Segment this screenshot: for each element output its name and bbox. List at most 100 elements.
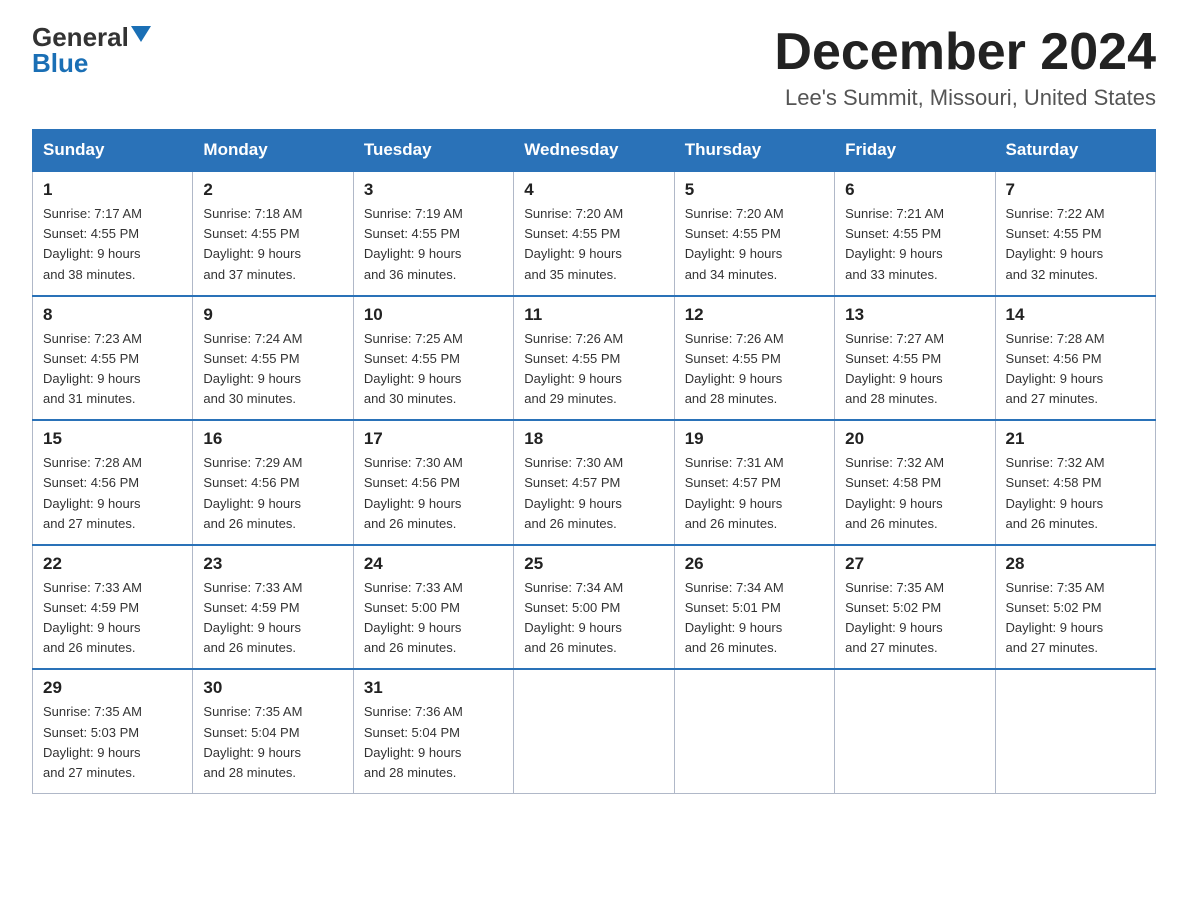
table-row: 17 Sunrise: 7:30 AMSunset: 4:56 PMDayligh…: [353, 420, 513, 545]
day-number: 26: [685, 554, 824, 574]
table-row: 13 Sunrise: 7:27 AMSunset: 4:55 PMDayligh…: [835, 296, 995, 421]
table-row: 31 Sunrise: 7:36 AMSunset: 5:04 PMDayligh…: [353, 669, 513, 793]
day-number: 28: [1006, 554, 1145, 574]
table-row: 29 Sunrise: 7:35 AMSunset: 5:03 PMDayligh…: [33, 669, 193, 793]
day-number: 25: [524, 554, 663, 574]
day-info: Sunrise: 7:35 AMSunset: 5:04 PMDaylight:…: [203, 702, 342, 783]
logo-triangle-icon: [131, 26, 151, 42]
table-row: 10 Sunrise: 7:25 AMSunset: 4:55 PMDayligh…: [353, 296, 513, 421]
day-info: Sunrise: 7:33 AMSunset: 5:00 PMDaylight:…: [364, 578, 503, 659]
day-info: Sunrise: 7:20 AMSunset: 4:55 PMDaylight:…: [685, 204, 824, 285]
table-row: 7 Sunrise: 7:22 AMSunset: 4:55 PMDaylight…: [995, 171, 1155, 296]
calendar-week-row: 22 Sunrise: 7:33 AMSunset: 4:59 PMDayligh…: [33, 545, 1156, 670]
day-info: Sunrise: 7:18 AMSunset: 4:55 PMDaylight:…: [203, 204, 342, 285]
day-number: 4: [524, 180, 663, 200]
day-number: 22: [43, 554, 182, 574]
day-number: 29: [43, 678, 182, 698]
logo-blue: Blue: [32, 48, 88, 78]
day-info: Sunrise: 7:25 AMSunset: 4:55 PMDaylight:…: [364, 329, 503, 410]
table-row: 27Sunrise: 7:35 AMSunset: 5:02 PMDayligh…: [835, 545, 995, 670]
day-number: 15: [43, 429, 182, 449]
day-number: 31: [364, 678, 503, 698]
table-row: 9 Sunrise: 7:24 AMSunset: 4:55 PMDaylight…: [193, 296, 353, 421]
table-row: 16 Sunrise: 7:29 AMSunset: 4:56 PMDayligh…: [193, 420, 353, 545]
col-thursday: Thursday: [674, 130, 834, 172]
calendar-week-row: 29 Sunrise: 7:35 AMSunset: 5:03 PMDayligh…: [33, 669, 1156, 793]
day-info: Sunrise: 7:26 AMSunset: 4:55 PMDaylight:…: [685, 329, 824, 410]
table-row: 15 Sunrise: 7:28 AMSunset: 4:56 PMDayligh…: [33, 420, 193, 545]
day-info: Sunrise: 7:30 AMSunset: 4:57 PMDaylight:…: [524, 453, 663, 534]
day-info: Sunrise: 7:32 AMSunset: 4:58 PMDaylight:…: [1006, 453, 1145, 534]
table-row: [514, 669, 674, 793]
table-row: 8Sunrise: 7:23 AMSunset: 4:55 PMDaylight…: [33, 296, 193, 421]
day-number: 21: [1006, 429, 1145, 449]
day-number: 11: [524, 305, 663, 325]
table-row: 5 Sunrise: 7:20 AMSunset: 4:55 PMDaylight…: [674, 171, 834, 296]
calendar-week-row: 1 Sunrise: 7:17 AMSunset: 4:55 PMDaylight…: [33, 171, 1156, 296]
day-number: 8: [43, 305, 182, 325]
day-info: Sunrise: 7:31 AMSunset: 4:57 PMDaylight:…: [685, 453, 824, 534]
calendar-week-row: 15 Sunrise: 7:28 AMSunset: 4:56 PMDayligh…: [33, 420, 1156, 545]
day-info: Sunrise: 7:27 AMSunset: 4:55 PMDaylight:…: [845, 329, 984, 410]
header: General Blue December 2024 Lee's Summit,…: [32, 24, 1156, 111]
table-row: [995, 669, 1155, 793]
day-number: 12: [685, 305, 824, 325]
day-info: Sunrise: 7:22 AMSunset: 4:55 PMDaylight:…: [1006, 204, 1145, 285]
day-info: Sunrise: 7:17 AMSunset: 4:55 PMDaylight:…: [43, 204, 182, 285]
day-info: Sunrise: 7:30 AMSunset: 4:56 PMDaylight:…: [364, 453, 503, 534]
table-row: 21 Sunrise: 7:32 AMSunset: 4:58 PMDayligh…: [995, 420, 1155, 545]
day-info: Sunrise: 7:35 AMSunset: 5:03 PMDaylight:…: [43, 702, 182, 783]
day-number: 24: [364, 554, 503, 574]
table-row: 1 Sunrise: 7:17 AMSunset: 4:55 PMDaylight…: [33, 171, 193, 296]
day-number: 16: [203, 429, 342, 449]
day-number: 7: [1006, 180, 1145, 200]
day-info: Sunrise: 7:29 AMSunset: 4:56 PMDaylight:…: [203, 453, 342, 534]
location-title: Lee's Summit, Missouri, United States: [774, 85, 1156, 111]
table-row: 19Sunrise: 7:31 AMSunset: 4:57 PMDayligh…: [674, 420, 834, 545]
table-row: 3Sunrise: 7:19 AMSunset: 4:55 PMDaylight…: [353, 171, 513, 296]
day-number: 30: [203, 678, 342, 698]
day-info: Sunrise: 7:28 AMSunset: 4:56 PMDaylight:…: [1006, 329, 1145, 410]
table-row: 28 Sunrise: 7:35 AMSunset: 5:02 PMDayligh…: [995, 545, 1155, 670]
table-row: 23Sunrise: 7:33 AMSunset: 4:59 PMDayligh…: [193, 545, 353, 670]
table-row: 22 Sunrise: 7:33 AMSunset: 4:59 PMDayligh…: [33, 545, 193, 670]
day-info: Sunrise: 7:35 AMSunset: 5:02 PMDaylight:…: [845, 578, 984, 659]
calendar-header-row: Sunday Monday Tuesday Wednesday Thursday…: [33, 130, 1156, 172]
table-row: 14Sunrise: 7:28 AMSunset: 4:56 PMDayligh…: [995, 296, 1155, 421]
calendar-week-row: 8Sunrise: 7:23 AMSunset: 4:55 PMDaylight…: [33, 296, 1156, 421]
table-row: 18Sunrise: 7:30 AMSunset: 4:57 PMDayligh…: [514, 420, 674, 545]
logo: General Blue: [32, 24, 151, 77]
day-info: Sunrise: 7:36 AMSunset: 5:04 PMDaylight:…: [364, 702, 503, 783]
day-info: Sunrise: 7:24 AMSunset: 4:55 PMDaylight:…: [203, 329, 342, 410]
day-info: Sunrise: 7:32 AMSunset: 4:58 PMDaylight:…: [845, 453, 984, 534]
day-number: 17: [364, 429, 503, 449]
day-number: 20: [845, 429, 984, 449]
day-number: 10: [364, 305, 503, 325]
table-row: 30 Sunrise: 7:35 AMSunset: 5:04 PMDayligh…: [193, 669, 353, 793]
day-info: Sunrise: 7:19 AMSunset: 4:55 PMDaylight:…: [364, 204, 503, 285]
day-info: Sunrise: 7:28 AMSunset: 4:56 PMDaylight:…: [43, 453, 182, 534]
day-info: Sunrise: 7:33 AMSunset: 4:59 PMDaylight:…: [43, 578, 182, 659]
col-sunday: Sunday: [33, 130, 193, 172]
logo-general: General: [32, 24, 129, 50]
calendar: Sunday Monday Tuesday Wednesday Thursday…: [32, 129, 1156, 794]
day-number: 13: [845, 305, 984, 325]
day-info: Sunrise: 7:34 AMSunset: 5:00 PMDaylight:…: [524, 578, 663, 659]
day-info: Sunrise: 7:34 AMSunset: 5:01 PMDaylight:…: [685, 578, 824, 659]
col-tuesday: Tuesday: [353, 130, 513, 172]
day-info: Sunrise: 7:35 AMSunset: 5:02 PMDaylight:…: [1006, 578, 1145, 659]
table-row: 11 Sunrise: 7:26 AMSunset: 4:55 PMDayligh…: [514, 296, 674, 421]
table-row: 6Sunrise: 7:21 AMSunset: 4:55 PMDaylight…: [835, 171, 995, 296]
table-row: 20 Sunrise: 7:32 AMSunset: 4:58 PMDayligh…: [835, 420, 995, 545]
day-number: 9: [203, 305, 342, 325]
col-monday: Monday: [193, 130, 353, 172]
day-number: 1: [43, 180, 182, 200]
table-row: 4Sunrise: 7:20 AMSunset: 4:55 PMDaylight…: [514, 171, 674, 296]
col-saturday: Saturday: [995, 130, 1155, 172]
title-area: December 2024 Lee's Summit, Missouri, Un…: [774, 24, 1156, 111]
day-number: 2: [203, 180, 342, 200]
day-number: 5: [685, 180, 824, 200]
day-info: Sunrise: 7:33 AMSunset: 4:59 PMDaylight:…: [203, 578, 342, 659]
day-info: Sunrise: 7:26 AMSunset: 4:55 PMDaylight:…: [524, 329, 663, 410]
table-row: 12 Sunrise: 7:26 AMSunset: 4:55 PMDayligh…: [674, 296, 834, 421]
